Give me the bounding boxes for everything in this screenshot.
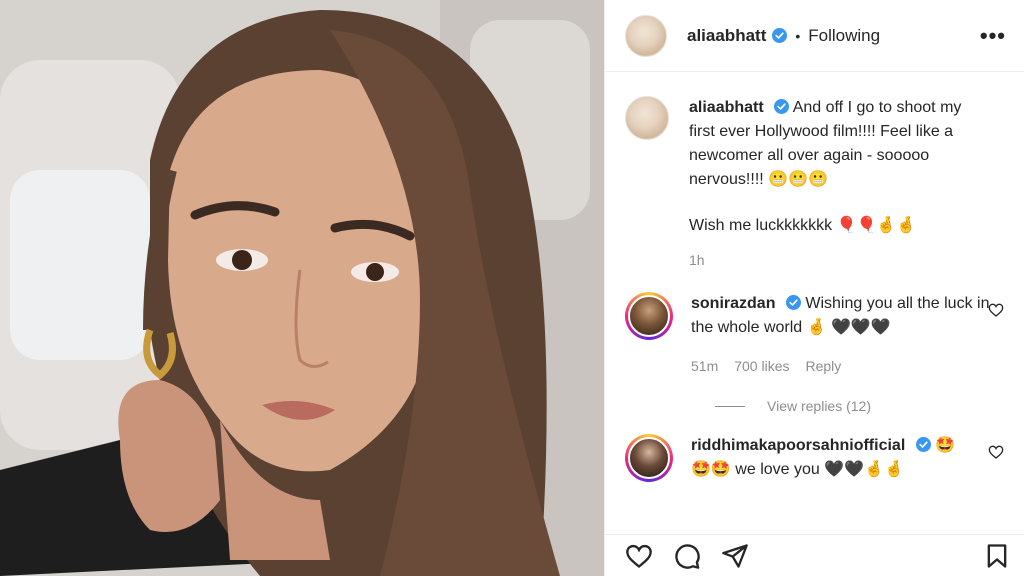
heart-icon[interactable] (625, 542, 653, 570)
commenter-avatar[interactable] (625, 292, 673, 340)
view-replies-divider (715, 405, 745, 407)
comment-text: 🤩🤩 we love you 🖤🖤🤞🤞 (691, 461, 904, 478)
view-replies-button[interactable]: View replies (12) (715, 398, 1006, 414)
caption-text-2: Wish me luckkkkkkk 🎈🎈🤞🤞 (689, 217, 917, 234)
post-sidebar: aliaabhatt • Following ••• aliaabhatt An… (604, 0, 1024, 576)
verified-badge-icon (915, 437, 931, 452)
comment-likes-link[interactable]: 700 likes (734, 354, 789, 378)
post-action-bar (605, 534, 1024, 576)
more-options-icon[interactable]: ••• (980, 23, 1006, 49)
comment-heart-icon[interactable] (988, 444, 1004, 460)
comment-timestamp: 51m (691, 358, 719, 374)
bookmark-icon[interactable] (983, 542, 1011, 570)
separator-dot: • (795, 27, 801, 44)
caption-timestamp: 1h (689, 252, 705, 268)
author-avatar[interactable] (625, 14, 667, 57)
post-header: aliaabhatt • Following ••• (605, 0, 1024, 72)
commenter-avatar[interactable] (625, 434, 673, 482)
comment-badge-emoji: 🤩 (935, 437, 956, 454)
reply-button[interactable]: Reply (806, 354, 842, 378)
comment-username[interactable]: sonirazdan (691, 295, 775, 312)
selfie-illustration (0, 0, 604, 576)
comment-heart-icon[interactable] (988, 302, 1004, 318)
comment-item: riddhimakapoorsahniofficial 🤩 🤩🤩 we love… (625, 434, 1006, 482)
comment-item: sonirazdan Wishing you all the luck in t… (625, 292, 1006, 378)
verified-badge-icon (772, 28, 788, 43)
caption: aliaabhatt And off I go to shoot my firs… (625, 96, 1006, 272)
post-photo[interactable] (0, 0, 604, 576)
share-icon[interactable] (721, 542, 749, 570)
comments-section: aliaabhatt And off I go to shoot my firs… (605, 72, 1024, 482)
comment-icon[interactable] (673, 542, 701, 570)
author-username[interactable]: aliaabhatt (687, 26, 766, 46)
verified-badge-icon (774, 99, 790, 114)
caption-avatar[interactable] (625, 96, 669, 140)
verified-badge-icon (785, 295, 801, 310)
view-replies-label: View replies (12) (767, 398, 872, 414)
comment-username[interactable]: riddhimakapoorsahniofficial (691, 437, 905, 454)
following-button[interactable]: Following (808, 26, 880, 46)
caption-username[interactable]: aliaabhatt (689, 99, 764, 116)
